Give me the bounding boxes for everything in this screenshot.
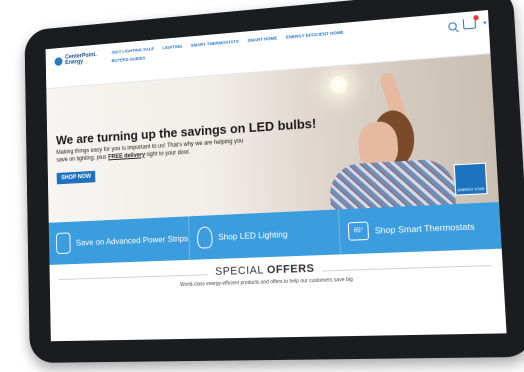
promo-led-lighting[interactable]: Shop LED Lighting xyxy=(188,209,341,260)
nav-item-smart-home[interactable]: SMART HOME xyxy=(247,36,277,43)
nav-item-july-lighting-sale[interactable]: JULY LIGHTING SALE xyxy=(111,46,154,54)
nav-item-lighting[interactable]: LIGHTING xyxy=(162,44,182,50)
promo-label: Save on Advanced Power Strips xyxy=(75,233,189,248)
main-nav: JULY LIGHTING SALE LIGHTING SMART THERMO… xyxy=(111,28,360,63)
led-bulb-glow xyxy=(329,75,349,95)
nav-item-energy-efficient-home[interactable]: ENERGY EFFICIENT HOME xyxy=(286,30,344,40)
special-title-a: SPECIAL xyxy=(214,264,264,278)
free-delivery-link[interactable]: FREE delivery xyxy=(108,152,145,160)
hero-subtitle-end: right to your door. xyxy=(144,149,191,158)
tablet-device: CenterPoint. Energy JULY LIGHTING SALE L… xyxy=(24,0,524,363)
nav-item-buyers-guides[interactable]: BUYERS GUIDES xyxy=(111,56,145,64)
tablet-screen: CenterPoint. Energy JULY LIGHTING SALE L… xyxy=(45,10,507,342)
promo-label: Shop Smart Thermostats xyxy=(374,221,475,236)
promo-power-strips[interactable]: Save on Advanced Power Strips xyxy=(48,216,191,265)
energy-star-logo: ENERGY STAR xyxy=(453,162,488,196)
chevron-down-icon[interactable]: ▾ xyxy=(483,19,487,26)
light-bulb-icon xyxy=(196,226,213,249)
brand-name: CenterPoint. Energy xyxy=(64,52,97,67)
special-offers-title: SPECIAL OFFERS xyxy=(207,262,323,279)
special-title-b: OFFERS xyxy=(266,262,315,277)
search-icon[interactable] xyxy=(448,21,457,31)
power-strip-icon xyxy=(56,232,71,255)
hero-photo-person xyxy=(326,71,457,223)
thermostat-icon: 65° xyxy=(347,221,370,241)
promo-label: Shop LED Lighting xyxy=(218,228,288,242)
logo-mark-icon xyxy=(54,56,63,66)
brand-logo[interactable]: CenterPoint. Energy xyxy=(54,52,97,67)
promo-smart-thermostats[interactable]: 65° Shop Smart Thermostats xyxy=(339,202,502,254)
shop-now-button[interactable]: SHOP NOW xyxy=(56,170,96,185)
nav-item-smart-thermostats[interactable]: SMART THERMOSTATS xyxy=(191,39,239,48)
cart-badge xyxy=(473,14,479,21)
